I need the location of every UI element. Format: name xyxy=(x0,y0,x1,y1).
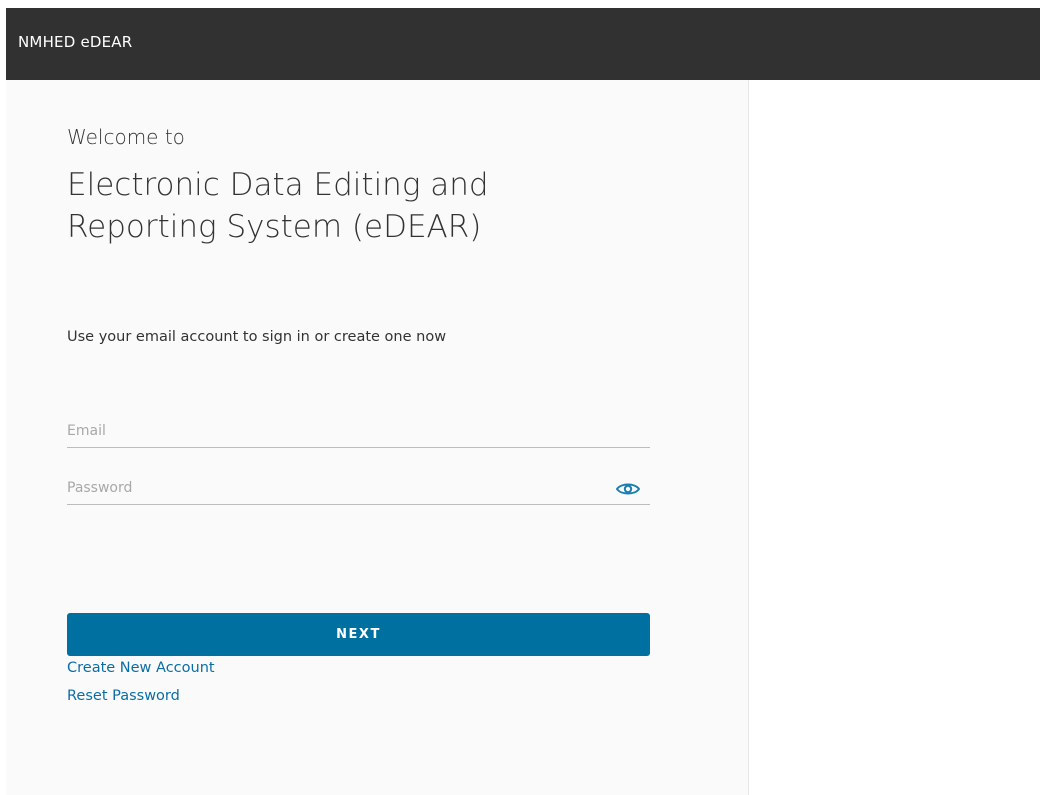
side-panel xyxy=(749,80,1040,795)
password-field-container xyxy=(67,474,650,505)
email-field-container xyxy=(67,417,650,448)
app-title: NMHED eDEAR xyxy=(18,33,133,51)
app-header: NMHED eDEAR xyxy=(6,8,1040,80)
eye-icon[interactable] xyxy=(615,481,641,495)
create-account-link[interactable]: Create New Account xyxy=(67,660,215,676)
system-name-heading: Electronic Data Editing and Reporting Sy… xyxy=(67,167,489,245)
next-button[interactable]: NEXT xyxy=(67,613,650,656)
sign-in-instruction: Use your email account to sign in or cre… xyxy=(67,329,447,345)
email-input[interactable] xyxy=(67,417,650,445)
reset-password-link[interactable]: Reset Password xyxy=(67,688,180,704)
password-input[interactable] xyxy=(67,474,650,502)
top-strip xyxy=(0,0,1040,8)
welcome-text: Welcome to xyxy=(67,125,185,149)
